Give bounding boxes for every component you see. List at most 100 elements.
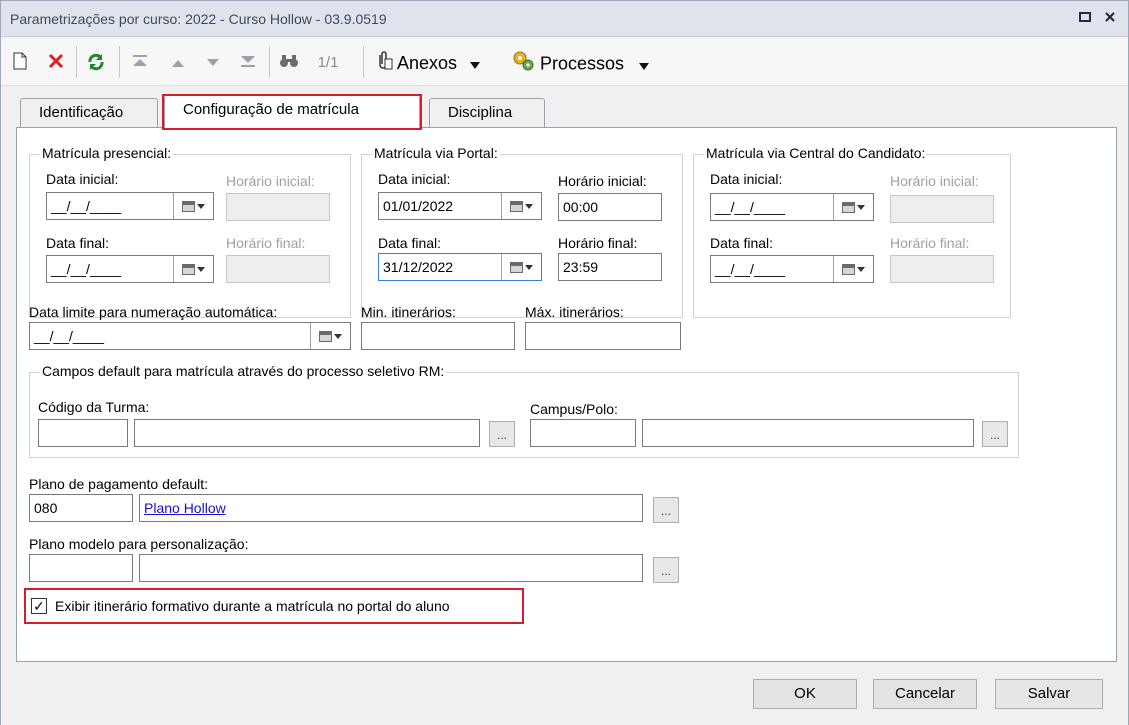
campus-code-input[interactable] — [530, 419, 636, 447]
calendar-dropdown[interactable] — [833, 194, 873, 220]
group-portal: Matrícula via Portal: Data inicial: 01/0… — [361, 145, 683, 318]
payment-plan-link[interactable]: Plano Hollow — [144, 500, 226, 516]
date-limit-value: __/__/____ — [34, 328, 105, 344]
refresh-icon[interactable] — [85, 52, 107, 74]
toolbar: 1/1 Anexos Processos — [1, 38, 1128, 86]
attachments-label: Anexos — [397, 53, 458, 73]
ok-button[interactable]: OK — [753, 679, 857, 709]
end-time-label: Horário final: — [890, 235, 970, 251]
start-date-label: Data inicial: — [710, 171, 783, 187]
chevron-down-icon — [857, 204, 865, 210]
next-icon[interactable] — [202, 52, 224, 74]
chevron-down-icon — [639, 52, 650, 78]
calendar-dropdown[interactable] — [310, 323, 350, 349]
tab-disciplina[interactable]: Disciplina — [429, 98, 545, 128]
start-date-value: __/__/____ — [715, 199, 786, 215]
calendar-dropdown[interactable] — [501, 193, 541, 219]
first-icon[interactable] — [129, 52, 151, 74]
start-date-value: __/__/____ — [51, 198, 122, 214]
end-date-input[interactable]: __/__/____ — [710, 255, 874, 283]
group-title: Matrícula via Portal: — [372, 145, 500, 161]
start-time-input[interactable] — [890, 195, 994, 223]
end-time-input[interactable] — [890, 255, 994, 283]
payment-plan-name-input[interactable]: Plano Hollow — [139, 494, 643, 522]
binoculars-icon[interactable] — [278, 52, 300, 74]
chevron-down-icon — [525, 264, 533, 270]
calendar-dropdown[interactable] — [501, 254, 541, 280]
start-date-input[interactable]: __/__/____ — [710, 193, 874, 221]
min-itineraries-input[interactable] — [361, 322, 515, 350]
start-date-value: 01/01/2022 — [383, 198, 454, 214]
end-date-value: __/__/____ — [51, 261, 122, 277]
show-itinerary-checkbox[interactable]: ✓ — [31, 598, 47, 614]
campus-name-input[interactable] — [642, 419, 974, 447]
end-time-label: Horário final: — [226, 235, 306, 251]
max-itineraries-input[interactable] — [525, 322, 681, 350]
calendar-icon — [182, 263, 195, 275]
calendar-icon — [842, 201, 855, 213]
template-plan-name-input[interactable] — [139, 554, 643, 582]
class-code-input[interactable] — [38, 419, 128, 447]
close-icon[interactable] — [1101, 10, 1119, 28]
end-date-input[interactable]: __/__/____ — [46, 255, 214, 283]
class-name-input[interactable] — [134, 419, 480, 447]
maximize-icon[interactable] — [1076, 10, 1094, 28]
calendar-dropdown[interactable] — [173, 256, 213, 282]
chevron-down-icon — [857, 266, 865, 272]
calendar-dropdown[interactable] — [173, 193, 213, 219]
prev-icon[interactable] — [167, 52, 189, 74]
start-date-label: Data inicial: — [46, 171, 119, 187]
template-plan-code-input[interactable] — [29, 554, 133, 582]
start-date-input[interactable]: __/__/____ — [46, 192, 214, 220]
payment-plan-label: Plano de pagamento default: — [29, 476, 209, 492]
save-button[interactable]: Salvar — [995, 679, 1103, 709]
class-lookup-button[interactable]: ... — [489, 421, 515, 447]
tab-identificacao[interactable]: Identificação — [20, 98, 158, 128]
end-date-value: __/__/____ — [715, 261, 786, 277]
payment-plan-code-input[interactable]: 080 — [29, 494, 133, 522]
new-icon[interactable] — [11, 52, 29, 74]
group-central-candidato: Matrícula via Central do Candidato: Data… — [693, 145, 1011, 318]
processes-label: Processos — [540, 53, 625, 74]
template-plan-label: Plano modelo para personalização: — [29, 536, 249, 552]
start-time-input[interactable]: 00:00 — [558, 193, 662, 221]
delete-icon[interactable] — [45, 52, 67, 74]
processes-menu-button[interactable]: Processos — [511, 50, 650, 79]
cancel-button[interactable]: Cancelar — [873, 679, 977, 709]
calendar-icon — [319, 330, 332, 342]
start-date-label: Data inicial: — [378, 171, 451, 187]
end-time-input[interactable] — [226, 255, 330, 283]
min-itineraries-label: Min. itinerários: — [361, 304, 456, 320]
date-limit-input[interactable]: __/__/____ — [29, 322, 351, 350]
start-date-input[interactable]: 01/01/2022 — [378, 192, 542, 220]
attachments-menu-button[interactable]: Anexos — [375, 50, 481, 78]
calendar-icon — [182, 200, 195, 212]
paperclip-icon — [375, 51, 393, 78]
group-default-fields: Campos default para matrícula através do… — [29, 363, 1019, 458]
start-time-label: Horário inicial: — [226, 173, 315, 189]
campus-lookup-button[interactable]: ... — [982, 421, 1008, 447]
gears-icon — [511, 50, 535, 79]
template-plan-lookup-button[interactable]: ... — [653, 557, 679, 583]
chevron-down-icon — [334, 333, 342, 339]
chevron-down-icon — [470, 51, 481, 77]
show-itinerary-label: Exibir itinerário formativo durante a ma… — [55, 598, 450, 614]
window-title: Parametrizações por curso: 2022 - Curso … — [10, 11, 387, 27]
toolbar-separator — [363, 46, 364, 78]
dialog-window: Parametrizações por curso: 2022 - Curso … — [0, 0, 1129, 725]
last-icon[interactable] — [237, 52, 259, 74]
payment-plan-lookup-button[interactable]: ... — [653, 497, 679, 523]
class-code-label: Código da Turma: — [38, 399, 150, 415]
end-date-input[interactable]: 31/12/2022 — [378, 253, 542, 281]
calendar-icon — [510, 261, 523, 273]
chevron-down-icon — [197, 203, 205, 209]
tab-configuracao-matricula[interactable]: Configuração de matrícula — [164, 95, 420, 129]
start-time-input[interactable] — [226, 193, 330, 221]
end-date-label: Data final: — [46, 235, 110, 251]
title-bar: Parametrizações por curso: 2022 - Curso … — [1, 1, 1128, 37]
group-title: Matrícula via Central do Candidato: — [704, 145, 928, 161]
end-time-input[interactable]: 23:59 — [558, 253, 662, 281]
group-presencial: Matrícula presencial: Data inicial: __/_… — [29, 145, 351, 318]
group-title: Campos default para matrícula através do… — [40, 363, 447, 379]
calendar-dropdown[interactable] — [833, 256, 873, 282]
